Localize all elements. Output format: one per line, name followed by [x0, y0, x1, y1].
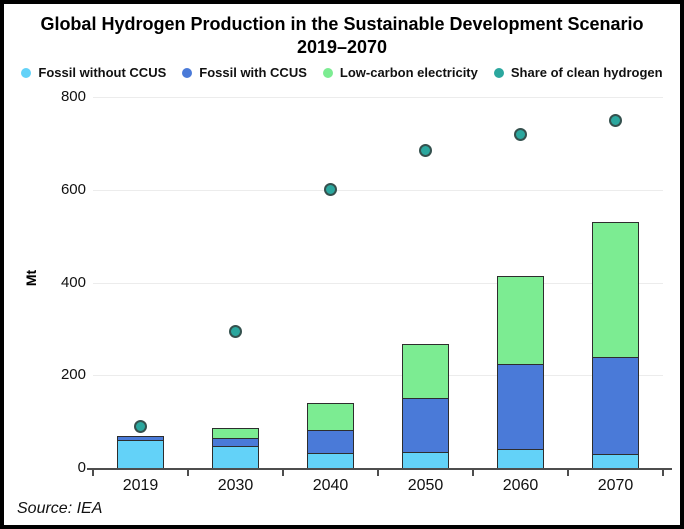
legend-item: Fossil without CCUS: [21, 65, 166, 80]
y-tick-label: 200: [50, 367, 86, 383]
x-axis-tick: [377, 470, 379, 476]
legend: Fossil without CCUS Fossil with CCUS Low-c…: [4, 65, 680, 80]
x-tick-label: 2070: [568, 477, 663, 495]
legend-item-label: Fossil without CCUS: [38, 65, 166, 80]
legend-dot-icon: [494, 68, 504, 78]
plot-area: [93, 97, 663, 468]
share-dot: [419, 144, 432, 157]
bar-segment: [212, 446, 259, 468]
stacked-bar-2040: [307, 403, 354, 468]
stacked-bar-2030: [212, 428, 259, 468]
bar-segment: [497, 276, 544, 364]
legend-item-label: Low-carbon electricity: [340, 65, 478, 80]
stacked-bar-2060: [497, 276, 544, 468]
share-dot: [229, 325, 242, 338]
x-axis-tick: [92, 470, 94, 476]
bar-segment: [592, 357, 639, 454]
x-axis-tick: [567, 470, 569, 476]
gridline: [93, 190, 663, 191]
x-axis-tick: [187, 470, 189, 476]
y-axis-label: Mt: [23, 263, 43, 293]
bar-segment: [402, 344, 449, 399]
bar-segment: [212, 428, 259, 438]
legend-item: Fossil with CCUS: [182, 65, 307, 80]
bar-segment: [402, 398, 449, 451]
legend-item-label: Fossil with CCUS: [199, 65, 307, 80]
stacked-bar-2070: [592, 222, 639, 468]
share-dot: [134, 420, 147, 433]
legend-item: Share of clean hydrogen: [494, 65, 663, 80]
bar-segment: [307, 430, 354, 453]
bar-segment: [402, 452, 449, 468]
legend-dot-icon: [182, 68, 192, 78]
share-dot: [324, 183, 337, 196]
legend-item: Low-carbon electricity: [323, 65, 478, 80]
chart-frame: Global Hydrogen Production in the Sustai…: [0, 0, 684, 529]
y-tick-label: 0: [50, 460, 86, 476]
stacked-bar-2019: [117, 436, 164, 468]
bar-segment: [497, 364, 544, 450]
share-dot: [514, 128, 527, 141]
legend-dot-icon: [323, 68, 333, 78]
x-axis-tick: [472, 470, 474, 476]
x-tick-label: 2050: [378, 477, 473, 495]
x-axis-line: [87, 468, 672, 470]
chart-title-line1: Global Hydrogen Production in the Sustai…: [4, 13, 680, 36]
bar-segment: [592, 222, 639, 356]
y-tick-label: 400: [50, 275, 86, 291]
share-dot: [609, 114, 622, 127]
legend-dot-icon: [21, 68, 31, 78]
x-axis-tick: [662, 470, 664, 476]
bar-segment: [212, 438, 259, 446]
bar-segment: [307, 453, 354, 468]
x-axis-tick: [282, 470, 284, 476]
bar-segment: [117, 440, 164, 468]
bar-segment: [592, 454, 639, 468]
bar-segment: [307, 403, 354, 429]
x-tick-label: 2019: [93, 477, 188, 495]
gridline: [93, 97, 663, 98]
source-note: Source: IEA: [17, 500, 102, 518]
gridline: [93, 375, 663, 376]
y-tick-label: 600: [50, 182, 86, 198]
y-tick-label: 800: [50, 89, 86, 105]
stacked-bar-2050: [402, 344, 449, 468]
bar-segment: [497, 449, 544, 468]
gridline: [93, 283, 663, 284]
x-tick-label: 2040: [283, 477, 378, 495]
chart-title-line2: 2019–2070: [4, 36, 680, 59]
legend-item-label: Share of clean hydrogen: [511, 65, 663, 80]
x-tick-label: 2060: [473, 477, 568, 495]
x-tick-label: 2030: [188, 477, 283, 495]
chart-title: Global Hydrogen Production in the Sustai…: [4, 13, 680, 59]
